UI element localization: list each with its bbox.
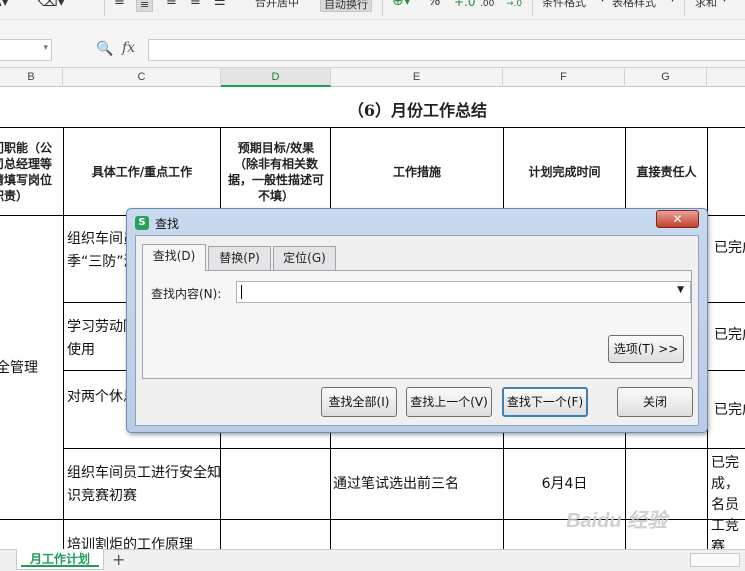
find-tab-panel: 查找内容(N): ▼ 选项(T) >> — [142, 270, 692, 379]
ribbon-toolbar: A▾ ⌫▾ ≡ ≡ ≡ ≡ ☰ 合并居中 自动换行 ⊕▾ % +.0 .00 →… — [0, 0, 745, 20]
align-left-icon[interactable]: ≡ — [114, 0, 125, 10]
find-previous-button[interactable]: 查找上一个(V) — [406, 387, 492, 417]
autosum-button[interactable]: 求和 — [695, 0, 717, 11]
header-cell-c[interactable]: 具体工作/重点工作 — [64, 128, 220, 215]
find-all-button[interactable]: 查找全部(I) — [321, 387, 397, 417]
clear-format-icon[interactable]: ⌫▾ — [38, 0, 65, 10]
options-button[interactable]: 选项(T) >> — [608, 335, 684, 363]
header-cell-g[interactable]: 直接责任人 — [626, 128, 707, 215]
formula-bar: ▾ 🔍 fx — [0, 20, 745, 68]
zoom-find-icon[interactable]: 🔍 — [96, 41, 113, 57]
name-box[interactable]: ▾ — [0, 39, 52, 61]
tab-goto[interactable]: 定位(G) — [273, 246, 336, 270]
wrap-text-button[interactable]: 自动换行 — [320, 0, 372, 12]
distributed-align-icon[interactable]: ☰ — [214, 0, 226, 10]
thousands-separator-icon[interactable]: +.0 — [454, 0, 476, 10]
percent-button[interactable]: % — [428, 0, 440, 10]
insert-function-icon[interactable]: fx — [122, 40, 135, 56]
wps-app-icon: S — [135, 216, 149, 230]
find-content-input[interactable] — [245, 284, 665, 300]
combobox-dropdown-icon[interactable]: ▼ — [677, 285, 684, 295]
dialog-body: 查找(D) 替换(P) 定位(G) 查找内容(N): ▼ 选项(T) >> 查找… — [135, 235, 699, 426]
column-header-g[interactable]: G — [625, 68, 707, 87]
horizontal-scrollbar[interactable] — [690, 553, 740, 567]
cell-f-row4[interactable]: 6月4日 — [504, 473, 625, 496]
find-next-button[interactable]: 查找下一个(F) — [502, 387, 588, 417]
tab-replace[interactable]: 替换(P) — [208, 246, 271, 270]
sheet-tab-bar: 月工作计划 + — [0, 549, 745, 571]
currency-format-icon[interactable]: ⊕▾ — [392, 0, 411, 9]
header-cell-d[interactable]: 预期目标/效果（除非有相关数据，一般性描述可不填） — [222, 128, 330, 215]
cell-h-row2[interactable]: 已完成 — [714, 324, 745, 347]
dialog-title: 查找 — [155, 217, 180, 231]
decrease-decimal-button[interactable]: .00 — [480, 0, 494, 12]
merge-center-button[interactable]: 合并居中 — [255, 0, 299, 11]
close-button[interactable]: 关闭 — [617, 387, 693, 417]
conditional-format-dropdown-icon[interactable]: ▾ — [600, 0, 605, 8]
watermark-logo: Baidu 经验 — [566, 510, 668, 532]
column-header-b[interactable]: B — [0, 68, 63, 87]
cell-h-row4[interactable]: 已完成，名员工竞赛 — [711, 453, 745, 549]
align-center-icon[interactable]: ≡ — [136, 0, 154, 12]
cell-b-group[interactable]: 全管理 — [0, 357, 62, 380]
column-header-d[interactable]: D — [221, 68, 331, 87]
text-caret — [241, 285, 242, 299]
align-right-icon[interactable]: ≡ — [166, 0, 177, 10]
column-header-c[interactable]: C — [63, 68, 221, 87]
find-dialog: S 查找 ✕ 查找(D) 替换(P) 定位(G) 查找内容(N): ▼ 选项(T… — [126, 208, 708, 433]
cell-c-row5[interactable]: 培训割炬的工作原理 — [67, 534, 227, 549]
cell-c-row4[interactable]: 组织车间员工进行安全知识竞赛初赛 — [67, 462, 222, 508]
cell-e-row4[interactable]: 通过笔试选出前三名 — [333, 473, 503, 496]
increase-decimal-icon[interactable]: →.0 — [506, 0, 522, 12]
cell-h-row1[interactable]: 已完成 — [714, 237, 745, 260]
sheet-tab-monthly-plan[interactable]: 月工作计划 — [16, 549, 104, 570]
header-cell-b[interactable]: 门职能（公司总经理等请填写岗位职责） — [0, 131, 60, 213]
font-color-icon[interactable]: A▾ — [0, 0, 9, 10]
tab-find[interactable]: 查找(D) — [142, 244, 206, 271]
dialog-close-button[interactable]: ✕ — [656, 210, 699, 228]
find-content-combobox[interactable]: ▼ — [236, 281, 691, 303]
sheet-title: （6）月份工作总结 — [347, 101, 488, 120]
table-style-dropdown-icon[interactable]: ▾ — [670, 0, 675, 8]
autosum-dropdown-icon[interactable]: ▾ — [722, 0, 727, 8]
header-cell-f[interactable]: 计划完成时间 — [504, 128, 625, 215]
column-header-e[interactable]: E — [331, 68, 503, 87]
header-cell-e[interactable]: 工作措施 — [331, 128, 503, 215]
column-header-f[interactable]: F — [503, 68, 625, 87]
formula-input[interactable] — [148, 39, 745, 61]
column-header-row: B C D E F G — [0, 68, 745, 87]
cell-h-row3[interactable]: 已完成 — [714, 399, 745, 422]
conditional-format-button[interactable]: 条件格式 — [542, 0, 586, 11]
justify-icon[interactable]: ≡ — [190, 0, 201, 10]
find-content-label: 查找内容(N): — [151, 287, 222, 301]
name-box-dropdown-icon[interactable]: ▾ — [43, 43, 48, 53]
table-style-button[interactable]: 表格样式 — [612, 0, 656, 11]
add-sheet-button[interactable]: + — [112, 550, 125, 570]
